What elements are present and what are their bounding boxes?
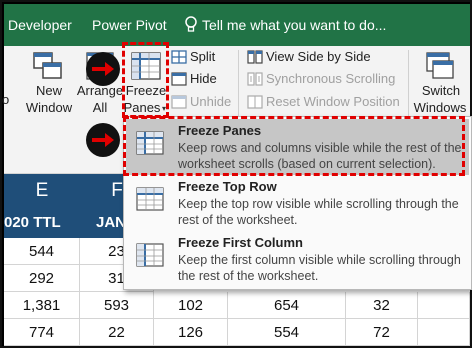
table-cell[interactable]: 774 xyxy=(4,319,80,346)
hide-button[interactable]: Hide xyxy=(190,71,217,87)
tell-me-search[interactable]: Tell me what you want to do... xyxy=(202,17,386,33)
split-button[interactable]: Split xyxy=(190,49,215,65)
freeze-top-row-icon xyxy=(136,187,164,211)
table-cell[interactable]: 544 xyxy=(4,238,80,265)
new-window-label-2: Window xyxy=(25,100,73,115)
arrange-all-label-2: All xyxy=(92,100,108,115)
unhide-icon xyxy=(171,95,187,109)
table-cell[interactable]: 554 xyxy=(228,319,346,346)
synchronous-scrolling-button[interactable]: Synchronous Scrolling xyxy=(266,71,395,87)
menu-item-freeze-first-column[interactable]: Freeze First Column Keep the first colum… xyxy=(126,231,469,287)
view-side-by-side-button[interactable]: View Side by Side xyxy=(266,49,371,65)
menu-item-description: Keep the first column visible while scro… xyxy=(178,253,461,283)
excel-window: Developer Power Pivot Tell me what you w… xyxy=(0,0,472,348)
table-cell[interactable]: 593 xyxy=(80,292,154,319)
arrow-marker-icon xyxy=(86,123,120,157)
reset-window-position-icon xyxy=(247,95,263,109)
reset-window-position-button[interactable]: Reset Window Position xyxy=(266,94,400,110)
table-cell[interactable]: 654 xyxy=(228,292,346,319)
view-side-by-side-icon xyxy=(247,50,263,64)
menu-item-description: Keep rows and columns visible while the … xyxy=(178,141,462,171)
arrow-marker-icon xyxy=(86,52,120,86)
freeze-first-column-icon xyxy=(136,243,164,267)
table-cell[interactable] xyxy=(418,319,470,346)
new-window-icon xyxy=(33,52,62,79)
switch-windows-label-2: Windows xyxy=(413,100,467,115)
split-icon xyxy=(171,50,187,64)
switch-windows-icon xyxy=(426,52,454,79)
table-cell[interactable]: 72 xyxy=(346,319,418,346)
menu-item-title: Freeze Panes xyxy=(178,123,262,138)
tab-developer[interactable]: Developer xyxy=(8,17,72,33)
freeze-panes-label-2: Panes xyxy=(123,100,161,115)
table-cell[interactable]: 102 xyxy=(154,292,228,319)
freeze-panes-icon xyxy=(136,131,164,155)
table-cell[interactable]: 292 xyxy=(4,265,80,292)
menu-item-title: Freeze First Column xyxy=(178,235,303,250)
new-window-button[interactable]: New Window xyxy=(22,46,76,166)
synchronous-scrolling-icon xyxy=(247,72,263,86)
freeze-panes-label-1: Freeze xyxy=(125,83,167,98)
tab-power-pivot[interactable]: Power Pivot xyxy=(92,17,167,33)
unhide-button[interactable]: Unhide xyxy=(190,94,231,110)
freeze-panes-menu: Freeze Panes Keep rows and columns visib… xyxy=(123,116,472,290)
table-cell[interactable]: 1,381 xyxy=(4,292,80,319)
table-cell[interactable]: 126 xyxy=(154,319,228,346)
menu-item-freeze-top-row[interactable]: Freeze Top Row Keep the top row visible … xyxy=(126,175,469,231)
table-cell[interactable]: 32 xyxy=(346,292,418,319)
menu-item-description: Keep the top row visible while scrolling… xyxy=(178,197,459,227)
clipped-label: o xyxy=(2,92,10,107)
freeze-panes-icon xyxy=(131,52,161,80)
table-cell[interactable] xyxy=(418,292,470,319)
ribbon-tab-strip: Developer Power Pivot Tell me what you w… xyxy=(4,4,470,46)
new-window-label-1: New xyxy=(35,83,62,98)
header-cell-ttl[interactable]: 020 TTL xyxy=(4,208,80,238)
hide-icon xyxy=(171,72,187,86)
chevron-down-icon: ▾ xyxy=(162,104,167,113)
switch-windows-label-1: Switch xyxy=(421,83,461,98)
table-cell[interactable]: 22 xyxy=(80,319,154,346)
menu-item-title: Freeze Top Row xyxy=(178,179,277,194)
menu-item-freeze-panes[interactable]: Freeze Panes Keep rows and columns visib… xyxy=(126,119,469,175)
column-header-e[interactable]: E xyxy=(4,174,80,208)
lightbulb-icon xyxy=(185,16,197,32)
